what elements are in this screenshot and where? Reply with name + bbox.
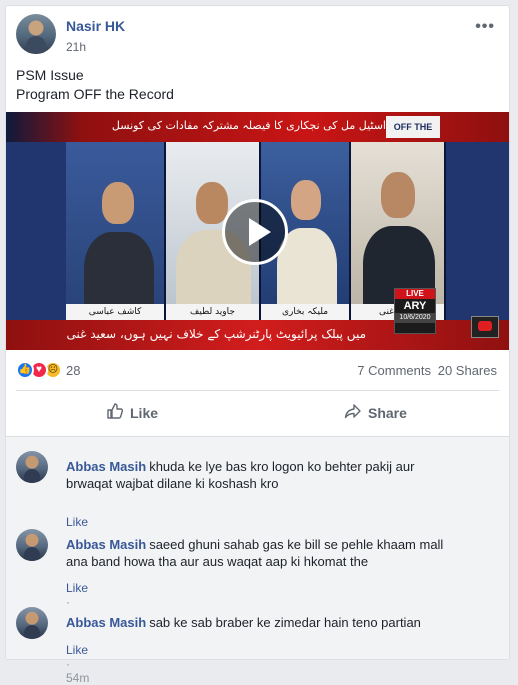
post-card: Nasir HK 21h ••• PSM Issue Program OFF t…	[5, 5, 510, 685]
panelist-name: کاشف عباسی	[66, 304, 164, 320]
comment-meta: Like · 54m	[66, 643, 90, 685]
poster-name[interactable]: Nasir HK	[66, 18, 125, 34]
broadcast-date: 10/6/2020	[395, 313, 435, 323]
shares-count-link[interactable]: 20 Shares	[438, 363, 497, 378]
video-ticker-text: میں پبلک پرائیویٹ پارٹنرشپ کے خلاف نہیں …	[66, 327, 366, 341]
video-player[interactable]: اسٹیل مل کی نجکاری کا فیصلہ مشترکہ مفادا…	[6, 112, 509, 350]
comment-like-link[interactable]: Like	[66, 581, 88, 595]
comment-like-link[interactable]: Like	[66, 643, 88, 657]
panelist-name: ملیکہ بخاری	[261, 304, 349, 320]
post-text-line: PSM Issue	[16, 67, 84, 83]
video-headline-band: اسٹیل مل کی نجکاری کا فیصلہ مشترکہ مفادا…	[6, 112, 509, 154]
commenter-name[interactable]: Abbas Masih	[66, 615, 146, 630]
comment-text: brwaqat wajbat dilane ki koshash kro	[66, 476, 279, 491]
youtube-subscribe-icon	[471, 316, 499, 338]
comment-text: ana band howa tha aur aus waqat aap ki h…	[66, 554, 369, 569]
comment-text: sab ke sab braber ke zimedar hain teno p…	[149, 615, 421, 630]
play-icon[interactable]	[222, 199, 288, 265]
channel-name: ARY	[403, 300, 427, 312]
comment-bubble: Abbas Masih saeed ghuni sahab gas ke bill…	[54, 529, 470, 577]
comments-count-link[interactable]: 7 Comments	[357, 363, 431, 378]
comment-text: saeed ghuni sahab gas ke bill se pehle k…	[149, 537, 444, 552]
comment-bubble: Abbas Masih khuda ke lye bas kro logon ko…	[54, 451, 470, 499]
panelist-name: جاوید لطیف	[166, 304, 259, 320]
like-button[interactable]: Like	[106, 396, 158, 430]
share-button[interactable]: Share	[344, 396, 407, 430]
comment-text: khuda ke lye bas kro logon ko behter pak…	[149, 459, 415, 474]
post-timestamp[interactable]: 21h	[66, 40, 86, 54]
commenter-avatar[interactable]	[16, 451, 48, 483]
commenter-avatar[interactable]	[16, 529, 48, 561]
commenter-name[interactable]: Abbas Masih	[66, 537, 146, 552]
video-headline-text: اسٹیل مل کی نجکاری کا فیصلہ مشترکہ مفادا…	[111, 119, 386, 132]
reaction-count[interactable]: 28	[66, 363, 80, 378]
like-reaction-icon: 👍	[16, 361, 34, 379]
share-arrow-icon	[344, 402, 364, 425]
show-logo: OFF THE RECORD	[386, 116, 440, 154]
post-text-line: Program OFF the Record	[16, 86, 174, 102]
post-text: PSM Issue Program OFF the Record	[16, 66, 174, 104]
live-badge: LIVE	[395, 289, 435, 299]
comment-time[interactable]: 54m	[66, 671, 89, 685]
more-options-icon[interactable]: •••	[475, 18, 495, 36]
comments-section: Abbas Masih khuda ke lye bas kro logon ko…	[6, 436, 509, 685]
share-button-label: Share	[368, 405, 407, 421]
commenter-name[interactable]: Abbas Masih	[66, 459, 146, 474]
channel-logo: LIVE ARY 10/6/2020	[394, 288, 436, 334]
post-header: Nasir HK 21h •••	[16, 14, 499, 58]
poster-avatar[interactable]	[16, 14, 56, 54]
divider	[16, 390, 499, 391]
comment-bubble: Abbas Masih sab ke sab braber ke zimedar …	[54, 607, 434, 638]
commenter-avatar[interactable]	[16, 607, 48, 639]
like-button-label: Like	[130, 405, 159, 421]
panelist-panel: کاشف عباسی	[66, 142, 166, 320]
thumbs-up-icon	[106, 402, 126, 425]
comment-like-link[interactable]: Like	[66, 515, 88, 529]
